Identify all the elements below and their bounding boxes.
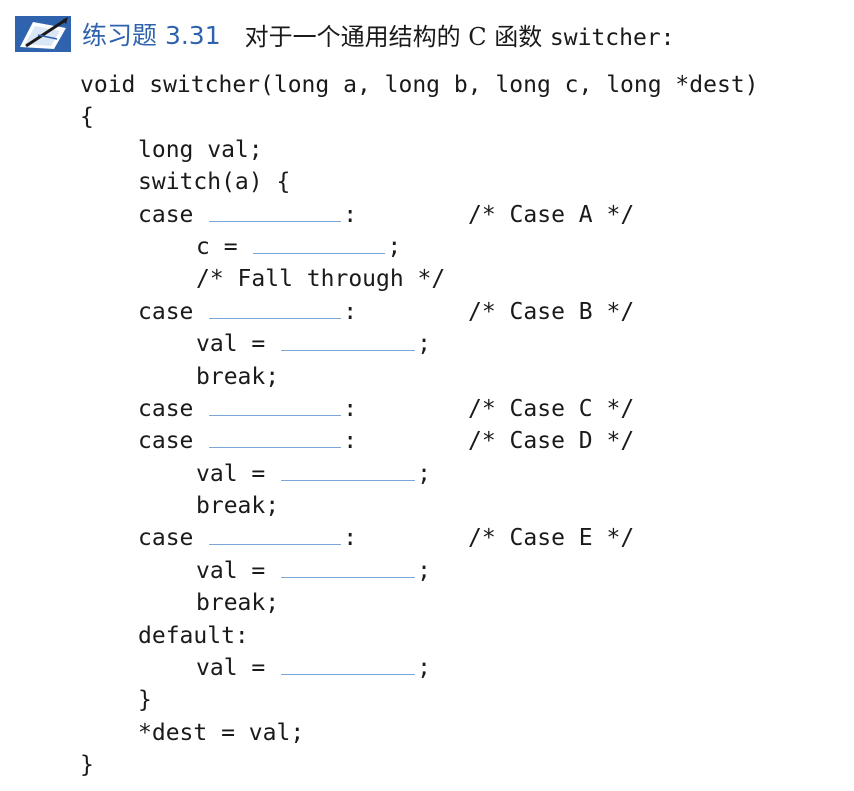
semicolon: ;	[417, 460, 431, 487]
assign-val-line: val = ;	[80, 328, 759, 360]
break-statement: break;	[196, 590, 280, 617]
assign-val-blank	[281, 557, 416, 578]
case-c-comment: /* Case C */	[468, 395, 635, 422]
case-e-line: case : /* Case E */	[80, 522, 759, 554]
exercise-header: 练习题 3.31 对于一个通用结构的 C 函数 switcher:	[14, 14, 675, 54]
case-c-line: case : /* Case C */	[80, 393, 759, 425]
colon: :	[343, 298, 358, 325]
case-keyword: case	[138, 201, 194, 228]
assign-c: c =	[196, 233, 238, 260]
function-signature: void switcher(long a, long b, long c, lo…	[80, 72, 759, 98]
case-a-line: case : /* Case A */	[80, 199, 759, 231]
semicolon: ;	[417, 655, 431, 682]
assign-val-line: val = ;	[80, 555, 759, 587]
case-keyword: case	[138, 525, 194, 552]
assign-val-blank	[281, 654, 416, 676]
function-name: switcher:	[549, 24, 675, 51]
break-statement: break;	[196, 363, 280, 390]
break-statement: break;	[196, 493, 280, 520]
case-d-comment: /* Case D */	[468, 428, 635, 455]
assign-c-blank	[253, 233, 386, 254]
case-a-blank	[209, 201, 342, 222]
exercise-title-text: 对于一个通用结构的 C 函数	[244, 22, 550, 51]
semicolon: ;	[417, 557, 431, 584]
fall-through-comment: /* Fall through */	[196, 266, 446, 293]
default-label: default:	[138, 622, 249, 649]
assign-c-line: c = ;	[80, 231, 759, 263]
case-e-comment: /* Case E */	[468, 525, 635, 552]
assign-val: val =	[196, 557, 266, 584]
close-brace: }	[80, 752, 94, 779]
colon: :	[343, 428, 358, 455]
case-e-blank	[209, 524, 342, 546]
assign-val-line: val = ;	[80, 652, 759, 684]
exercise-number: 练习题 3.31	[82, 21, 221, 50]
case-c-blank	[209, 395, 342, 416]
case-d-blank	[209, 427, 342, 449]
colon: :	[343, 201, 358, 228]
exercise-title: 对于一个通用结构的 C 函数 switcher:	[245, 17, 675, 52]
case-d-line: case : /* Case D */	[80, 425, 759, 457]
assign-val-blank	[281, 460, 416, 481]
val-declaration: long val;	[138, 136, 263, 163]
case-b-comment: /* Case B */	[468, 298, 635, 325]
switch-statement: switch(a) {	[138, 169, 291, 196]
assign-val: val =	[196, 460, 266, 487]
assign-val: val =	[196, 655, 266, 682]
semicolon: ;	[387, 233, 402, 260]
case-keyword: case	[138, 395, 194, 422]
case-a-comment: /* Case A */	[468, 201, 635, 228]
case-b-line: case : /* Case B */	[80, 296, 759, 328]
pencil-and-paper-icon	[15, 16, 71, 52]
open-brace: {	[80, 104, 94, 131]
code-listing: void switcher(long a, long b, long c, lo…	[80, 69, 759, 782]
assign-val: val =	[196, 331, 266, 358]
assign-val-blank	[281, 330, 416, 352]
colon: :	[343, 395, 358, 422]
case-keyword: case	[138, 298, 194, 325]
dest-assignment: *dest = val;	[138, 719, 305, 746]
switch-close-brace: }	[138, 687, 152, 714]
semicolon: ;	[417, 331, 431, 358]
case-keyword: case	[138, 428, 194, 455]
colon: :	[343, 525, 358, 552]
assign-val-line: val = ;	[80, 458, 759, 490]
case-b-blank	[209, 298, 342, 319]
